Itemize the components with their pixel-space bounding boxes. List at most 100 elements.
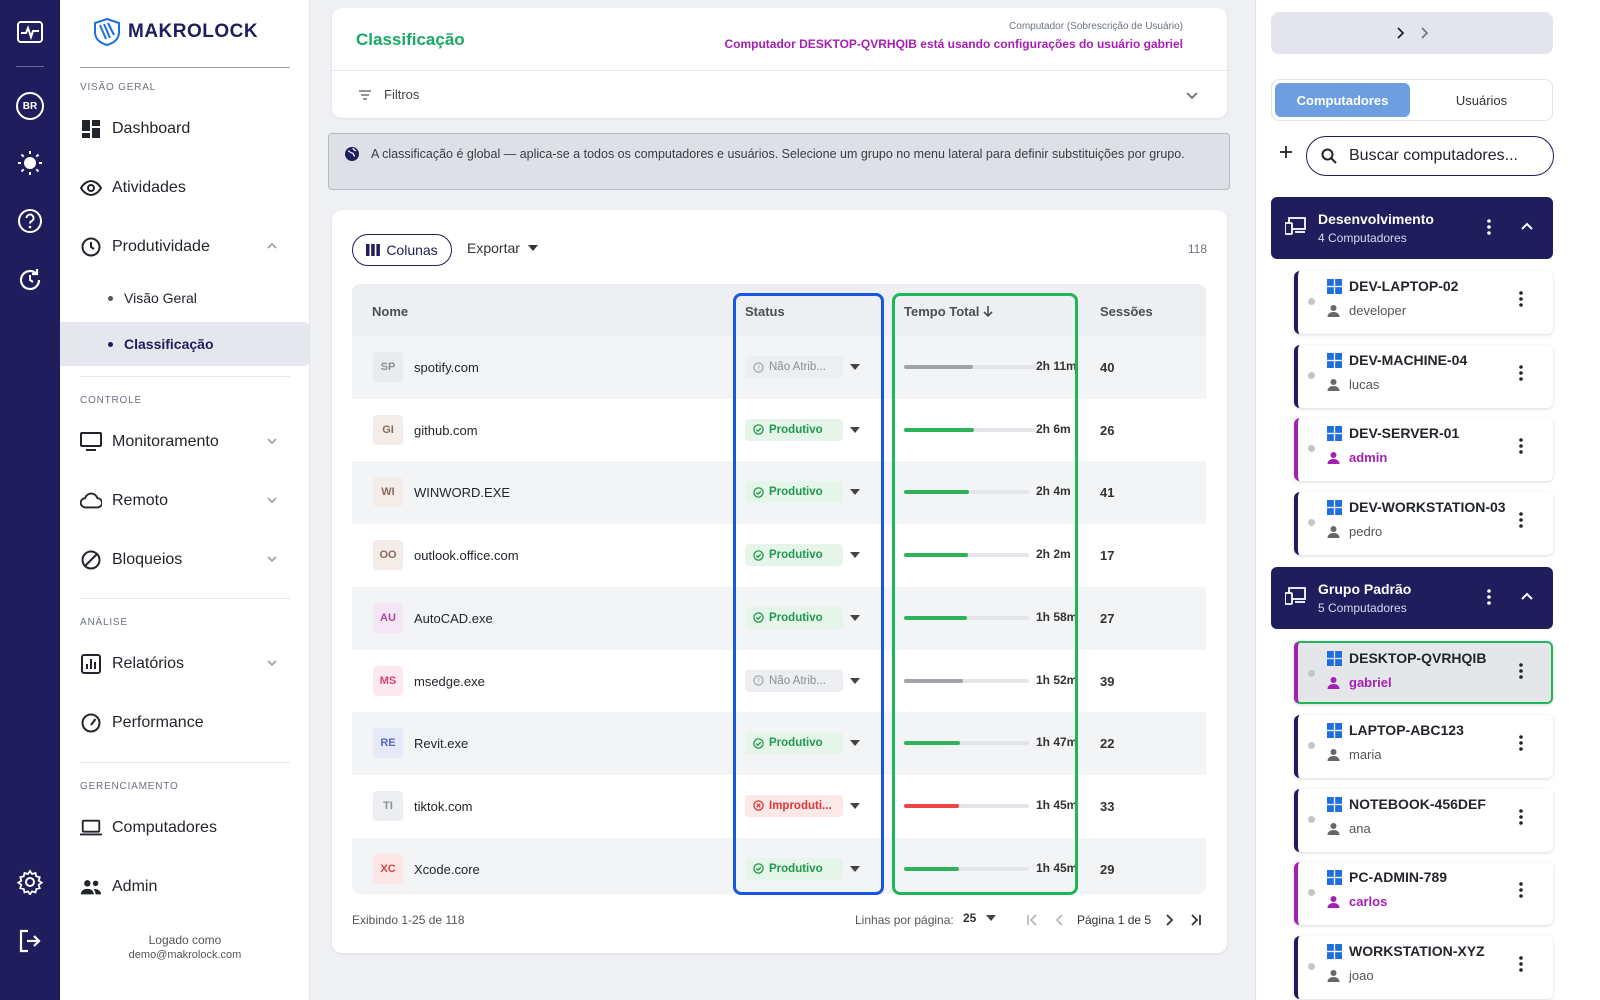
nav-performance[interactable]: Performance [60, 699, 310, 747]
chevron-up-icon[interactable] [1520, 589, 1534, 603]
nav-productivity[interactable]: Produtividade [60, 223, 310, 271]
nav-activities[interactable]: Atividades [60, 164, 310, 212]
export-label: Exportar [467, 240, 520, 256]
nav-dashboard[interactable]: Dashboard [60, 105, 310, 153]
nav-classification[interactable]: Classificação [60, 322, 310, 366]
computer-card[interactable]: DEV-WORKSTATION-03 pedro [1294, 491, 1553, 555]
app-initials: AU [380, 611, 396, 624]
more-vert-icon[interactable] [1519, 364, 1523, 381]
more-vert-icon[interactable] [1487, 589, 1491, 606]
tab-computers[interactable]: Computadores [1275, 83, 1410, 117]
app-initials: SP [380, 361, 396, 373]
first-page-icon[interactable] [1026, 914, 1038, 926]
more-vert-icon[interactable] [1519, 882, 1523, 898]
group-name: Grupo Padrão [1318, 581, 1412, 598]
chevron-right-icon[interactable] [1419, 27, 1429, 39]
nav-performance-label: Performance [112, 714, 204, 731]
more-vert-icon[interactable] [1519, 955, 1523, 972]
last-page-icon[interactable] [1190, 914, 1202, 926]
more-vert-icon[interactable] [1487, 219, 1491, 235]
search-input[interactable]: Buscar computadores... [1306, 136, 1554, 176]
add-icon[interactable] [1278, 144, 1294, 160]
windows-icon [1327, 279, 1342, 294]
settings-icon[interactable] [16, 868, 44, 896]
computer-card[interactable]: WORKSTATION-XYZ joao [1294, 935, 1553, 999]
chevron-up-icon[interactable] [1520, 219, 1534, 233]
activity-icon[interactable] [16, 18, 44, 46]
brand-name: MAKROLOCK [128, 21, 259, 42]
session-count: 29 [1100, 861, 1115, 877]
previous-page-icon[interactable] [1054, 914, 1066, 926]
group-header[interactable]: Desenvolvimento 4 Computadores [1271, 197, 1553, 259]
computer-user: ana [1349, 820, 1371, 836]
tab-users[interactable]: Usuários [1414, 83, 1549, 117]
session-count: 39 [1100, 673, 1115, 689]
more-vert-icon[interactable] [1519, 808, 1523, 825]
filters-label: Filtros [384, 87, 420, 102]
app-avatar: RE [373, 728, 403, 759]
app-avatar: WI [373, 477, 403, 508]
bullet-icon [108, 296, 113, 301]
computer-name: DEV-WORKSTATION-03 [1349, 498, 1506, 515]
speedometer-icon [80, 712, 102, 734]
app-avatar: GI [373, 414, 403, 445]
columns-button[interactable]: Colunas [352, 234, 452, 266]
nav-computers-label: Computadores [112, 819, 217, 836]
computer-card[interactable]: DESKTOP-QVRHQIB gabriel [1294, 641, 1553, 705]
nav-monitoring[interactable]: Monitoramento [60, 418, 310, 466]
section-management: GERENCIAMENTO [80, 781, 179, 792]
windows-icon [1327, 723, 1342, 738]
search-icon [1321, 148, 1337, 164]
nav-reports[interactable]: Relatórios [60, 640, 310, 688]
windows-icon [1327, 870, 1342, 886]
header-card: Classificação Computador (Sobrescrição d… [332, 8, 1227, 118]
nav-productivity-overview[interactable]: Visão Geral [60, 276, 310, 320]
windows-icon [1327, 426, 1342, 442]
columns-label: Colunas [386, 242, 438, 258]
user-icon [1327, 677, 1340, 690]
locale-button[interactable]: BR [16, 92, 44, 120]
filters-toggle[interactable]: Filtros [332, 70, 1227, 118]
nav-computers[interactable]: Computadores [60, 804, 310, 852]
group-count: 5 Computadores [1318, 601, 1407, 616]
nav-admin[interactable]: Admin [60, 863, 310, 911]
column-sessions-header[interactable]: Sessões [1100, 304, 1153, 319]
more-vert-icon[interactable] [1519, 511, 1523, 528]
nav-blocks[interactable]: Bloqueios [60, 536, 310, 584]
chevron-right-icon[interactable] [1395, 27, 1405, 39]
export-button[interactable]: Exportar [467, 240, 538, 256]
computer-card[interactable]: LAPTOP-ABC123 maria [1294, 715, 1553, 778]
computer-card[interactable]: DEV-MACHINE-04 lucas [1294, 344, 1553, 408]
rows-per-page-select[interactable]: 25 [963, 911, 997, 925]
nav-classification-label: Classificação [124, 336, 214, 352]
next-page-icon[interactable] [1163, 914, 1175, 926]
more-vert-icon[interactable] [1519, 735, 1523, 751]
more-vert-icon[interactable] [1519, 438, 1523, 454]
sun-icon[interactable] [16, 149, 44, 177]
computer-card[interactable]: NOTEBOOK-456DEF ana [1294, 788, 1553, 852]
refresh-icon[interactable] [16, 266, 44, 294]
group-header[interactable]: Grupo Padrão 5 Computadores [1271, 567, 1553, 630]
dashboard-icon [80, 118, 102, 140]
rail-divider [16, 66, 44, 67]
computer-card[interactable]: DEV-LAPTOP-02 developer [1294, 271, 1553, 334]
windows-icon [1327, 499, 1342, 515]
people-icon [80, 876, 102, 898]
computer-card[interactable]: PC-ADMIN-789 carlos [1294, 862, 1553, 926]
column-name-header[interactable]: Nome [372, 304, 408, 319]
windows-icon [1327, 651, 1342, 667]
computer-name: LAPTOP-ABC123 [1349, 722, 1464, 738]
nav-remote[interactable]: Remoto [60, 477, 310, 525]
help-icon[interactable] [16, 207, 44, 235]
session-count: 27 [1100, 610, 1115, 626]
computer-card[interactable]: DEV-SERVER-01 admin [1294, 418, 1553, 482]
nav-remote-label: Remoto [112, 492, 169, 509]
more-vert-icon[interactable] [1519, 291, 1523, 307]
logout-icon[interactable] [16, 927, 44, 955]
session-count: 26 [1100, 422, 1115, 438]
rows-per-page-label: Linhas por página: [855, 913, 954, 927]
brand-logo[interactable]: MAKROLOCK [92, 17, 258, 47]
more-vert-icon[interactable] [1519, 663, 1523, 680]
status-dot [1308, 298, 1315, 305]
computer-name: DEV-SERVER-01 [1349, 425, 1460, 442]
